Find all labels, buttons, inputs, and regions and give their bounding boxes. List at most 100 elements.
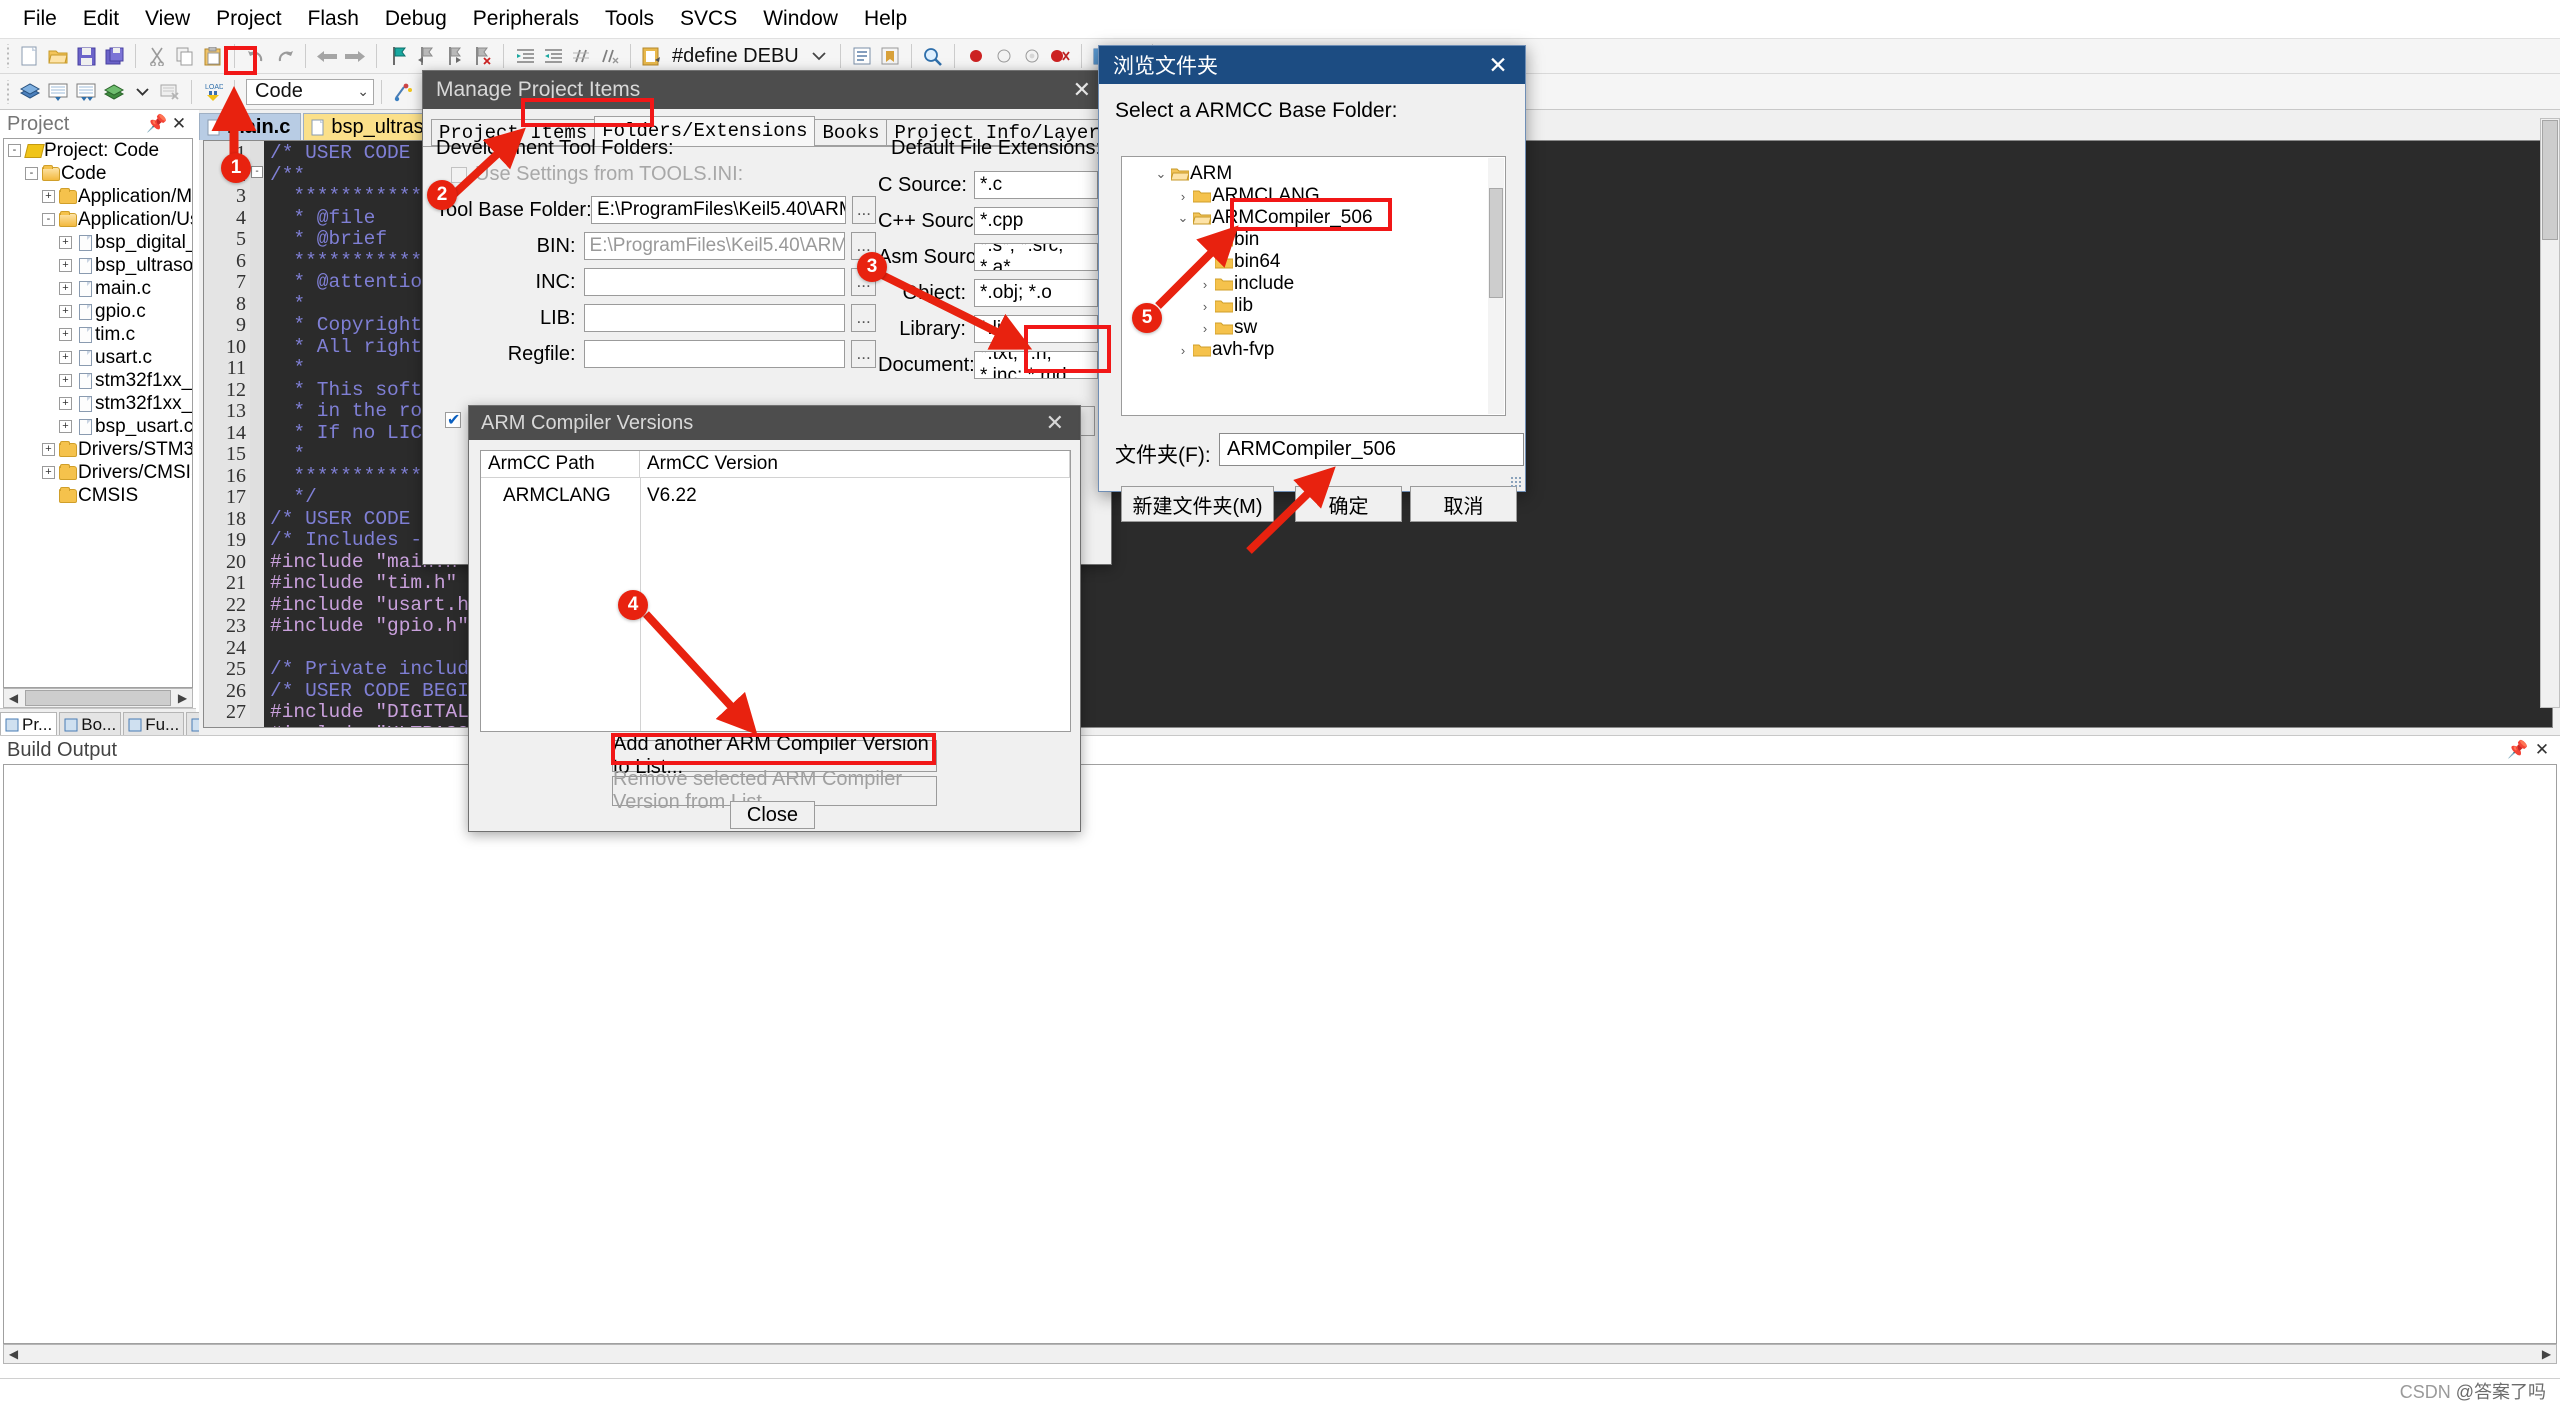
- tree-item[interactable]: CMSIS: [4, 484, 192, 507]
- folder-tree-item[interactable]: › include: [1122, 273, 1505, 295]
- tree-item[interactable]: - Application/User/Core: [4, 208, 192, 231]
- stop-build-icon[interactable]: [156, 78, 184, 106]
- tree-expand-toggle[interactable]: +: [59, 420, 72, 433]
- list-item[interactable]: ARMCLANG V6.22: [481, 483, 1070, 508]
- menu-item-peripherals[interactable]: Peripherals: [460, 4, 592, 34]
- tree-item[interactable]: + Drivers/STM32F1xx_HAL_Driver: [4, 438, 192, 461]
- folder-tree-item[interactable]: bin: [1122, 229, 1505, 251]
- tree-expand-toggle[interactable]: +: [59, 351, 72, 364]
- editor-vscrollbar[interactable]: [2540, 118, 2560, 708]
- folder-tree-item[interactable]: › lib: [1122, 295, 1505, 317]
- batch-build-icon[interactable]: [100, 78, 128, 106]
- compiler-versions-list[interactable]: ArmCC Path ArmCC Version ARMCLANG V6.22: [480, 450, 1071, 732]
- uncomment-icon[interactable]: [595, 42, 623, 70]
- indent-icon[interactable]: [511, 42, 539, 70]
- mpi-field-input[interactable]: [583, 340, 846, 368]
- chevron-right-icon[interactable]: ›: [1196, 277, 1214, 292]
- scroll-thumb[interactable]: [25, 690, 171, 706]
- menu-item-tools[interactable]: Tools: [592, 4, 667, 34]
- tree-expand-toggle[interactable]: +: [59, 397, 72, 410]
- mpi-extension-input[interactable]: *.lib: [974, 315, 1098, 343]
- target-combo[interactable]: Code ⌄: [246, 78, 374, 105]
- menu-item-edit[interactable]: Edit: [70, 4, 132, 34]
- tree-item[interactable]: + main.c: [4, 277, 192, 300]
- paste-icon[interactable]: [199, 42, 227, 70]
- editor-tab[interactable]: main.c: [199, 113, 302, 140]
- folder-tree-item[interactable]: › ARMCLANG: [1122, 185, 1505, 207]
- tree-expand-toggle[interactable]: +: [59, 236, 72, 249]
- copy-icon[interactable]: [171, 42, 199, 70]
- menu-item-debug[interactable]: Debug: [372, 4, 460, 34]
- translate-icon[interactable]: [16, 78, 44, 106]
- tree-collapse-toggle[interactable]: -: [25, 167, 38, 180]
- find-icon[interactable]: [919, 42, 947, 70]
- tree-expand-toggle[interactable]: +: [59, 305, 72, 318]
- menu-item-project[interactable]: Project: [203, 4, 294, 34]
- chevron-right-icon[interactable]: ›: [1174, 189, 1192, 204]
- prev-bookmark-icon[interactable]: [412, 42, 440, 70]
- download-icon[interactable]: LOAD: [199, 78, 227, 106]
- open-file-icon[interactable]: [44, 42, 72, 70]
- navigate-back-icon[interactable]: [313, 42, 341, 70]
- mpi-extension-input[interactable]: *.obj; *.o: [974, 279, 1098, 307]
- mpi-extension-input[interactable]: *.cpp: [974, 207, 1098, 235]
- undo-icon[interactable]: [242, 42, 270, 70]
- comment-icon[interactable]: [567, 42, 595, 70]
- cancel-button[interactable]: 取消: [1410, 486, 1517, 522]
- menu-item-svcs[interactable]: SVCS: [667, 4, 750, 34]
- tree-item[interactable]: + bsp_usart.c: [4, 415, 192, 438]
- toolbar-grip-2[interactable]: [4, 79, 13, 104]
- tree-item[interactable]: + stm32f1xx_it.c: [4, 369, 192, 392]
- menu-item-flash[interactable]: Flash: [295, 4, 372, 34]
- folder-tree-vscrollbar[interactable]: [1488, 158, 1504, 414]
- chevron-right-icon[interactable]: ›: [1196, 321, 1214, 336]
- new-folder-button[interactable]: 新建文件夹(M): [1121, 486, 1274, 522]
- bookmark-go-icon[interactable]: [876, 42, 904, 70]
- chevron-down-icon[interactable]: [128, 78, 156, 106]
- navigate-forward-icon[interactable]: [341, 42, 369, 70]
- breakpoint-disable-icon[interactable]: [990, 42, 1018, 70]
- close-icon[interactable]: ✕: [168, 114, 190, 134]
- build-output-hscrollbar[interactable]: ◀ ▶: [3, 1344, 2557, 1364]
- mpi-field-input[interactable]: E:\ProgramFiles\Keil5.40\ARM\BIN\: [583, 232, 846, 260]
- configure-icon[interactable]: [638, 42, 666, 70]
- folder-tree-item[interactable]: › avh-fvp: [1122, 339, 1505, 361]
- tree-item[interactable]: - Project: Code: [4, 139, 192, 162]
- checkbox-box[interactable]: [451, 166, 467, 183]
- save-file-icon[interactable]: [72, 42, 100, 70]
- chevron-down-icon[interactable]: ⌄: [1152, 166, 1170, 182]
- tree-expand-toggle[interactable]: +: [59, 374, 72, 387]
- breakpoint-disable-all-icon[interactable]: [1018, 42, 1046, 70]
- build-icon[interactable]: [44, 78, 72, 106]
- chevron-down-icon[interactable]: ⌄: [349, 83, 369, 100]
- insert-bookmark-icon[interactable]: [384, 42, 412, 70]
- project-tree-hscrollbar[interactable]: ◀ ▶: [3, 688, 193, 708]
- chevron-right-icon[interactable]: ›: [1196, 299, 1214, 314]
- tree-expand-toggle[interactable]: +: [42, 443, 55, 456]
- dialog-titlebar[interactable]: 浏览文件夹 ✕: [1099, 46, 1525, 84]
- save-all-icon[interactable]: [100, 42, 128, 70]
- scroll-right-arrow-icon[interactable]: ▶: [2537, 1345, 2556, 1363]
- scroll-thumb[interactable]: [2542, 120, 2558, 240]
- cut-icon[interactable]: [143, 42, 171, 70]
- tree-item[interactable]: + bsp_digital_tube.c: [4, 231, 192, 254]
- tree-item[interactable]: + usart.c: [4, 346, 192, 369]
- scroll-left-arrow-icon[interactable]: ◀: [4, 1345, 23, 1363]
- mpi-extension-input[interactable]: *.c: [974, 171, 1098, 199]
- arm-compiler-versions-close-button[interactable]: Close: [730, 801, 815, 829]
- tree-expand-toggle[interactable]: +: [59, 282, 72, 295]
- scroll-right-arrow-icon[interactable]: ▶: [173, 689, 192, 707]
- tree-item[interactable]: + Application/MDK-ARM: [4, 185, 192, 208]
- clear-bookmarks-icon[interactable]: [468, 42, 496, 70]
- tree-item[interactable]: + tim.c: [4, 323, 192, 346]
- dialog-titlebar[interactable]: Manage Project Items ✕: [423, 71, 1111, 109]
- target-options-icon[interactable]: [389, 78, 417, 106]
- outdent-icon[interactable]: [539, 42, 567, 70]
- pin-icon[interactable]: 📌: [2506, 740, 2530, 760]
- tree-item[interactable]: + bsp_ultrasonic.c: [4, 254, 192, 277]
- chevron-down-icon[interactable]: ⌄: [1174, 210, 1192, 226]
- tree-item[interactable]: + Drivers/CMSIS: [4, 461, 192, 484]
- mpi-field-browse-button[interactable]: ...: [851, 304, 876, 332]
- tab-books[interactable]: Books: [814, 119, 888, 146]
- close-icon[interactable]: ✕: [2530, 740, 2554, 760]
